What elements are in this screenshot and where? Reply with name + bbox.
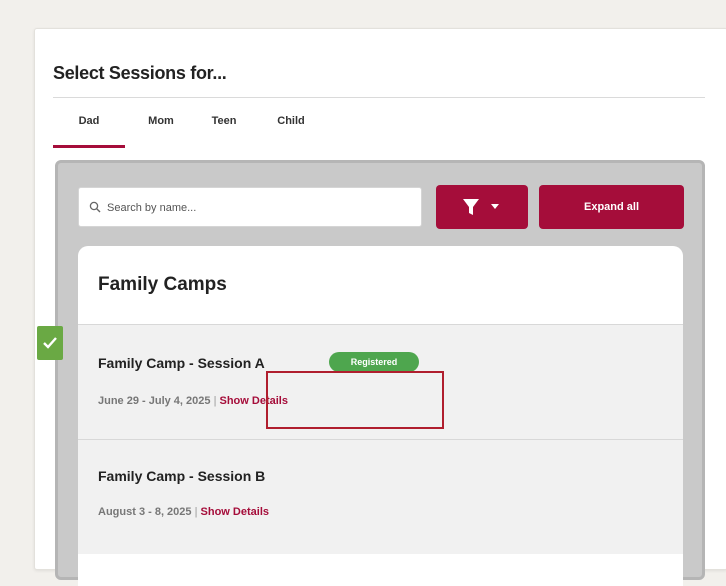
tab-mom[interactable]: Mom bbox=[137, 113, 185, 145]
expand-all-button[interactable]: Expand all bbox=[539, 185, 684, 229]
search-box[interactable] bbox=[78, 187, 422, 227]
session-meta: June 29 - July 4, 2025 | Show Details bbox=[98, 395, 288, 407]
search-input[interactable] bbox=[105, 197, 409, 219]
separator: | bbox=[213, 395, 217, 407]
separator: | bbox=[194, 506, 198, 518]
show-details-link[interactable]: Show Details bbox=[201, 506, 269, 518]
registered-badge: Registered bbox=[329, 352, 419, 372]
top-banner bbox=[0, 0, 726, 10]
session-name: Family Camp - Session B bbox=[98, 468, 266, 484]
session-name: Family Camp - Session A bbox=[98, 355, 265, 371]
person-tabs: Dad Mom Teen Child bbox=[53, 113, 453, 148]
session-dates: August 3 - 8, 2025 bbox=[98, 506, 192, 518]
category-title: Family Camps bbox=[98, 274, 227, 295]
tab-child[interactable]: Child bbox=[265, 113, 317, 145]
highlight-box bbox=[266, 371, 444, 429]
session-meta: August 3 - 8, 2025 | Show Details bbox=[98, 506, 269, 518]
chevron-down-icon bbox=[491, 204, 499, 209]
filter-button[interactable] bbox=[436, 185, 528, 229]
session-dates: June 29 - July 4, 2025 bbox=[98, 395, 211, 407]
filter-icon bbox=[463, 199, 499, 215]
checkmark-icon bbox=[43, 337, 57, 349]
selected-check bbox=[37, 326, 63, 360]
page-title: Select Sessions for... bbox=[53, 63, 227, 83]
divider bbox=[53, 97, 705, 98]
session-row[interactable]: Family Camp - Session B August 3 - 8, 20… bbox=[78, 440, 683, 554]
sessions-container: Expand all Family Camps Family Camp - Se… bbox=[55, 160, 705, 586]
search-icon bbox=[89, 201, 101, 213]
tab-teen[interactable]: Teen bbox=[199, 113, 249, 145]
tab-dad[interactable]: Dad bbox=[53, 113, 125, 148]
session-select-panel: Select Sessions for... Dad Mom Teen Chil… bbox=[34, 28, 726, 586]
